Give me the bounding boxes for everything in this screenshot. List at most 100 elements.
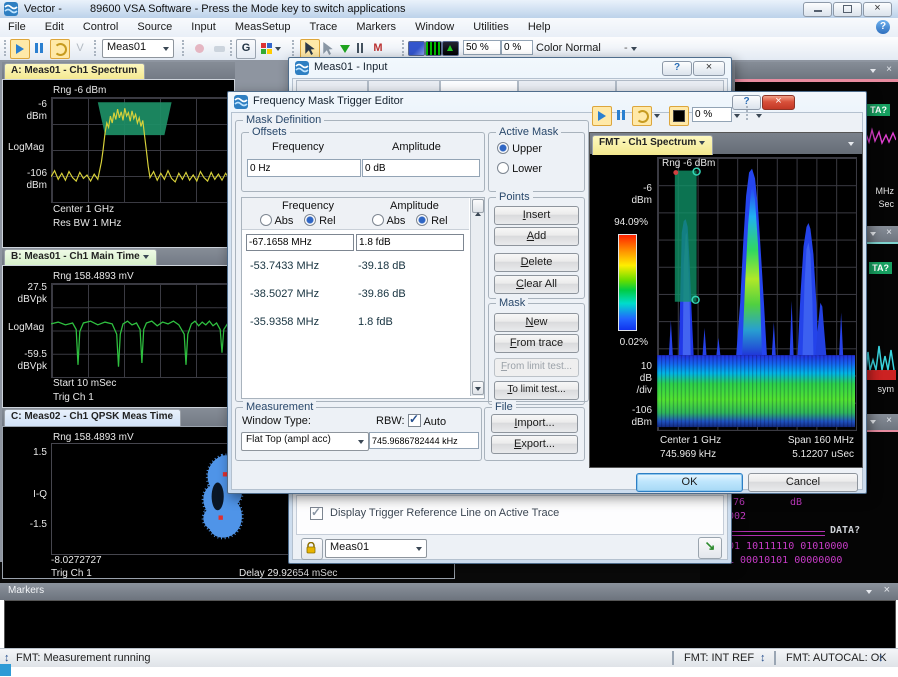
marker-table-button[interactable]: M <box>368 39 388 59</box>
updown-arrows-icon[interactable]: ↕ <box>760 652 766 664</box>
menu-edit[interactable]: Edit <box>37 18 72 33</box>
pause-button[interactable] <box>30 39 50 59</box>
menu-help[interactable]: Help <box>520 18 559 33</box>
cursor-arrow-icon <box>322 42 334 55</box>
chevron-down-icon[interactable] <box>866 590 872 594</box>
cancel-button[interactable]: Cancel <box>748 473 858 492</box>
table-scrollbar[interactable] <box>470 198 484 396</box>
tab-meas01-spectrum[interactable]: A: Meas01 - Ch1 Spectrum <box>4 63 145 80</box>
display-style-icon-1[interactable] <box>408 41 425 56</box>
close-button[interactable]: × <box>693 61 725 76</box>
tab-fmt-spectrum[interactable]: FMT - Ch1 Spectrum <box>592 135 713 155</box>
chevron-down-icon[interactable] <box>870 232 876 236</box>
rbw-auto-checkbox[interactable]: Auto <box>408 414 446 428</box>
help-button[interactable]: ? <box>662 61 692 76</box>
menu-trace[interactable]: Trace <box>302 18 346 33</box>
marker-move-button[interactable] <box>318 39 338 59</box>
delete-button[interactable]: Delete <box>494 253 579 272</box>
close-icon[interactable]: × <box>884 584 890 596</box>
meas-select[interactable]: Meas01 <box>325 539 427 558</box>
fmt-progress-field[interactable] <box>692 107 732 122</box>
close-button[interactable]: × <box>762 95 795 110</box>
record-button[interactable] <box>190 39 210 59</box>
menu-file[interactable]: File <box>0 18 34 33</box>
edit-amplitude-cell[interactable] <box>356 234 464 251</box>
rbw-value-field[interactable] <box>369 432 479 449</box>
clear-all-button[interactable]: Clear All <box>494 275 579 294</box>
status-autocal[interactable]: FMT: AUTOCAL: OK <box>786 652 887 664</box>
add-button[interactable]: Add <box>494 227 579 246</box>
scroll-down-button[interactable] <box>472 381 484 395</box>
close-icon[interactable]: × <box>886 415 892 426</box>
help-icon[interactable]: ? <box>876 20 890 34</box>
upper-radio[interactable]: Upper <box>497 142 542 155</box>
chevron-down-icon[interactable] <box>870 420 876 424</box>
menu-window[interactable]: Window <box>407 18 462 33</box>
menu-utilities[interactable]: Utilities <box>465 18 516 33</box>
edit-frequency-cell[interactable] <box>246 234 354 251</box>
status-reference[interactable]: FMT: INT REF <box>684 652 754 664</box>
close-button[interactable]: × <box>863 2 892 17</box>
play-button[interactable] <box>10 39 30 59</box>
restart-button[interactable] <box>50 39 70 59</box>
amp-abs-radio[interactable]: Abs <box>372 214 405 227</box>
minimize-button[interactable] <box>803 2 832 17</box>
apply-arrow-button[interactable]: ↘ <box>698 537 722 559</box>
scroll-up-button[interactable] <box>472 199 484 213</box>
fmt-play-button[interactable] <box>592 106 612 126</box>
menu-input[interactable]: Input <box>183 18 223 33</box>
from-limit-test-button[interactable]: From limit test... <box>494 358 579 377</box>
fmt-pause-button[interactable] <box>612 106 632 126</box>
measurement-select[interactable]: Meas01 <box>102 39 174 58</box>
fmt-restart-button[interactable] <box>632 106 652 126</box>
ok-button[interactable]: OK <box>636 473 743 492</box>
restore-button[interactable] <box>833 2 862 17</box>
trace-colors-button[interactable] <box>258 39 284 59</box>
updown-arrows-icon[interactable]: ↕ <box>4 652 10 664</box>
playback-button[interactable] <box>210 39 230 59</box>
tab-meas02-qpsk[interactable]: C: Meas02 - Ch1 QPSK Meas Time <box>4 409 181 427</box>
display-style-icon-2[interactable] <box>425 41 442 56</box>
single-icon[interactable]: V <box>70 39 90 59</box>
freq-abs-radio[interactable]: Abs <box>260 214 293 227</box>
to-limit-test-button[interactable]: To limit test... <box>494 381 579 400</box>
display-style-icon-3[interactable] <box>442 41 459 56</box>
lock-button[interactable] <box>301 538 323 560</box>
color-mode-label[interactable]: Color Normal <box>536 42 601 54</box>
close-icon[interactable]: × <box>886 64 892 75</box>
updown-arrows-icon[interactable]: ↕ <box>878 652 884 664</box>
from-trace-button[interactable]: From trace <box>494 334 579 353</box>
chevron-down-icon[interactable] <box>756 114 762 118</box>
chevron-down-icon[interactable] <box>870 69 876 73</box>
amp-rel-radio[interactable]: Rel <box>416 214 448 227</box>
display-trigger-checkbox[interactable] <box>310 507 323 520</box>
lower-radio[interactable]: Lower <box>497 162 542 175</box>
import-button[interactable]: Import... <box>491 414 578 433</box>
offset-frequency-field[interactable] <box>247 159 361 177</box>
more-dropdown[interactable]: - <box>624 42 637 54</box>
window-b: B: Meas01 - Ch1 Main Time Rng 158.4893 m… <box>2 248 235 408</box>
window-type-select[interactable]: Flat Top (ampl acc) <box>241 432 369 451</box>
insert-button[interactable]: Insert <box>494 206 579 225</box>
band-markers-button[interactable] <box>354 39 368 59</box>
fmt-single-button[interactable] <box>669 106 689 126</box>
marker-to-peak-button[interactable] <box>336 39 356 59</box>
menu-control[interactable]: Control <box>75 18 126 33</box>
chevron-down-icon[interactable] <box>734 114 740 118</box>
menu-source[interactable]: Source <box>129 18 180 33</box>
close-icon[interactable]: × <box>886 227 892 238</box>
chevron-down-icon[interactable] <box>848 142 854 146</box>
transparency-field[interactable] <box>463 40 501 55</box>
menu-meassetup[interactable]: MeasSetup <box>227 18 299 33</box>
new-mask-button[interactable]: New <box>494 313 579 332</box>
tab-meas01-maintime[interactable]: B: Meas01 - Ch1 Main Time <box>4 249 157 266</box>
group-label: File <box>492 401 516 413</box>
chevron-down-icon[interactable] <box>654 114 660 118</box>
freq-rel-radio[interactable]: Rel <box>304 214 336 227</box>
export-button[interactable]: Export... <box>491 435 578 454</box>
menu-markers[interactable]: Markers <box>348 18 404 33</box>
intensity-field[interactable] <box>501 40 533 55</box>
offset-amplitude-field[interactable] <box>362 159 480 177</box>
marker-pointer-button[interactable] <box>300 39 320 59</box>
grid-layout-button[interactable]: G <box>236 39 256 59</box>
